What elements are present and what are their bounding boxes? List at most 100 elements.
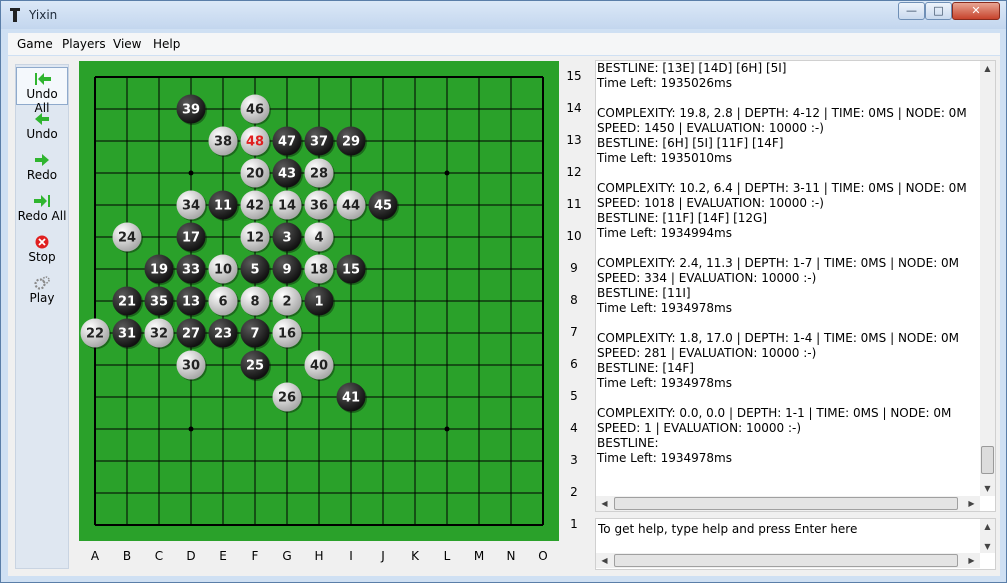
column-label: G — [282, 549, 292, 563]
log-vertical-scrollbar[interactable]: ▲ ▼ — [980, 61, 995, 496]
move-number: 39 — [182, 103, 200, 118]
gear-icon — [34, 276, 50, 290]
column-label: H — [314, 549, 324, 563]
move-number: 29 — [342, 135, 360, 150]
column-label: C — [154, 549, 164, 563]
black-stone: 9 — [272, 254, 303, 285]
column-label: M — [473, 549, 485, 563]
move-number: 6 — [218, 295, 227, 310]
scroll-down-icon[interactable]: ▼ — [980, 481, 995, 496]
menu-game[interactable]: Game — [17, 37, 53, 51]
move-number: 2 — [282, 295, 291, 310]
row-label: 11 — [566, 197, 582, 211]
row-label: 3 — [570, 453, 578, 467]
move-number: 10 — [214, 263, 232, 278]
close-button[interactable]: ✕ — [952, 2, 1000, 20]
scroll-right-icon[interactable]: ▶ — [964, 496, 979, 511]
white-stone: 12 — [240, 222, 271, 253]
row-label: 13 — [566, 133, 582, 147]
command-horizontal-scrollbar[interactable]: ◀ ▶ — [596, 553, 980, 568]
log-text: BESTLINE: [13E] [14D] [6H] [5I] Time Left… — [597, 61, 977, 466]
redo-button[interactable]: Redo — [16, 149, 68, 187]
log-line: Time Left: 1934978ms — [597, 376, 732, 390]
command-panel: ▲ ▼ ◀ ▶ — [595, 518, 996, 570]
white-stone: 4 — [304, 222, 335, 253]
undo-all-button[interactable]: Undo All — [16, 67, 68, 115]
log-line: COMPLEXITY: 10.2, 6.4 | DEPTH: 3-11 | TI… — [597, 181, 967, 195]
move-number: 17 — [182, 231, 200, 246]
move-number: 4 — [314, 231, 323, 246]
log-line: BESTLINE: [11I] — [597, 286, 691, 300]
menu-players[interactable]: Players — [62, 37, 106, 51]
row-label: 5 — [570, 389, 578, 403]
redo-icon — [35, 154, 49, 166]
black-stone: 33 — [176, 254, 207, 285]
move-number: 46 — [246, 103, 264, 118]
command-horizontal-scroll-thumb[interactable] — [614, 554, 958, 567]
move-number: 1 — [314, 295, 323, 310]
black-stone: 31 — [112, 318, 143, 349]
command-input[interactable] — [598, 520, 968, 538]
move-number: 40 — [310, 359, 328, 374]
column-label: E — [219, 549, 227, 563]
log-vertical-scroll-thumb[interactable] — [981, 446, 994, 474]
column-label: J — [381, 549, 385, 563]
black-stone: 47 — [272, 126, 303, 157]
maximize-button[interactable]: □ — [925, 2, 952, 20]
log-line: Time Left: 1934994ms — [597, 226, 732, 240]
stop-button[interactable]: Stop — [16, 231, 68, 269]
move-number: 33 — [182, 263, 200, 278]
title-bar[interactable]: Yixin — □ ✕ — [1, 1, 1006, 29]
redo-all-icon — [34, 195, 50, 207]
black-stone: 21 — [112, 286, 143, 317]
white-stone: 28 — [304, 158, 335, 189]
undo-label: Undo — [26, 127, 58, 141]
game-board[interactable]: 1 2 3 4 5 6 7 8 9 10 11 12 13 14 15 16 17 18 19 20 21 22 23 24 2… — [79, 61, 559, 541]
log-line: BESTLINE: — [597, 436, 659, 450]
engine-log[interactable]: BESTLINE: [13E] [14D] [6H] [5I] Time Left… — [595, 60, 996, 512]
command-vertical-scrollbar[interactable]: ▲ ▼ — [980, 519, 995, 553]
play-button[interactable]: Play — [16, 272, 68, 310]
menu-help[interactable]: Help — [153, 37, 180, 51]
undo-button[interactable]: Undo — [16, 108, 68, 146]
redo-label: Redo — [26, 168, 58, 182]
move-number: 7 — [250, 327, 259, 342]
maximize-icon: □ — [933, 4, 944, 17]
row-label: 14 — [566, 101, 582, 115]
white-stone: 2 — [272, 286, 303, 317]
row-label: 8 — [570, 293, 578, 307]
move-number: 27 — [182, 327, 200, 342]
scroll-right-icon[interactable]: ▶ — [964, 553, 979, 568]
black-stone: 19 — [144, 254, 175, 285]
move-number: 38 — [214, 135, 232, 150]
menu-bar: Game Players View Help — [8, 33, 1000, 55]
scroll-down-icon[interactable]: ▼ — [980, 539, 995, 554]
white-stone: 24 — [112, 222, 143, 253]
move-number: 5 — [250, 263, 259, 278]
play-label: Play — [29, 291, 55, 305]
row-label: 7 — [570, 325, 578, 339]
main-area: Undo All Undo Redo Redo All Stop Play 1 … — [8, 56, 1000, 576]
log-horizontal-scroll-thumb[interactable] — [614, 497, 958, 510]
white-stone: 14 — [272, 190, 303, 221]
move-number: 45 — [374, 199, 392, 214]
redo-all-button[interactable]: Redo All — [16, 190, 68, 228]
stop-label: Stop — [28, 250, 56, 264]
white-stone: 36 — [304, 190, 335, 221]
black-stone: 27 — [176, 318, 207, 349]
scroll-up-icon[interactable]: ▲ — [980, 519, 995, 534]
move-number: 41 — [342, 391, 360, 406]
log-line: Time Left: 1934978ms — [597, 301, 732, 315]
scroll-left-icon[interactable]: ◀ — [597, 496, 612, 511]
minimize-button[interactable]: — — [898, 2, 925, 20]
move-number: 23 — [214, 327, 232, 342]
column-label: I — [349, 549, 353, 563]
scroll-left-icon[interactable]: ◀ — [597, 553, 612, 568]
white-stone: 10 — [208, 254, 239, 285]
scroll-up-icon[interactable]: ▲ — [980, 61, 995, 76]
board-grid[interactable]: 123 45678910111213141516171819202122 23242… — [79, 61, 559, 541]
menu-view[interactable]: View — [113, 37, 141, 51]
log-horizontal-scrollbar[interactable]: ◀ ▶ — [596, 496, 980, 511]
